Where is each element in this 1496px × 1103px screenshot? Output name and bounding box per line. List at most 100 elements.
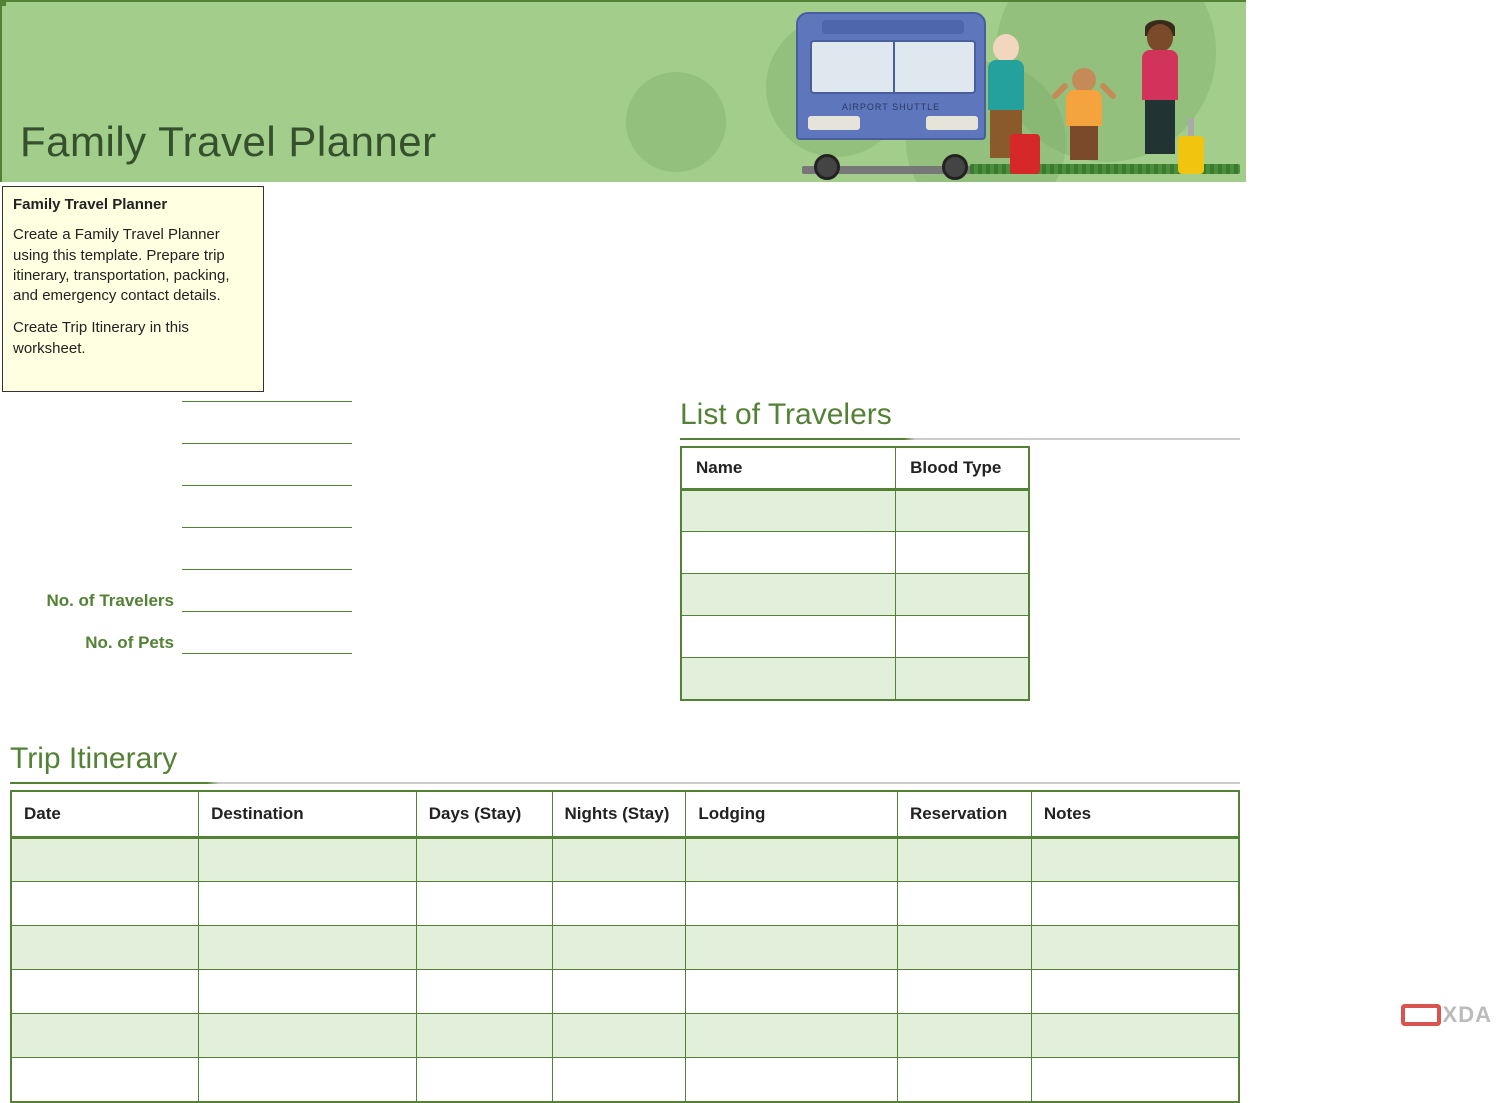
- table-row[interactable]: [11, 926, 1239, 970]
- no-pets-input[interactable]: [182, 632, 352, 654]
- travelers-rule: [680, 438, 1240, 440]
- cell-date[interactable]: [11, 838, 199, 882]
- form-row-hidden-3[interactable]: [0, 461, 360, 489]
- table-row[interactable]: [681, 574, 1029, 616]
- cell-lodg[interactable]: [686, 1058, 898, 1102]
- itinerary-table[interactable]: Date Destination Days (Stay) Nights (Sta…: [10, 790, 1240, 1103]
- cell-res[interactable]: [897, 1014, 1031, 1058]
- cell-notes[interactable]: [1031, 970, 1239, 1014]
- cell-notes[interactable]: [1031, 1014, 1239, 1058]
- col-lodging[interactable]: Lodging: [686, 791, 898, 838]
- trip-details-form: No. of Travelers No. of Pets: [0, 377, 360, 671]
- cell-res[interactable]: [897, 882, 1031, 926]
- xda-watermark: XDA: [1401, 1002, 1492, 1028]
- table-row[interactable]: [11, 882, 1239, 926]
- cell-lodg[interactable]: [686, 970, 898, 1014]
- yellow-suitcase-icon: [1178, 136, 1204, 174]
- cell-days[interactable]: [416, 970, 552, 1014]
- cell-days[interactable]: [416, 926, 552, 970]
- col-days[interactable]: Days (Stay): [416, 791, 552, 838]
- travelers-heading: List of Travelers: [680, 398, 1030, 432]
- cell-nights[interactable]: [552, 1058, 686, 1102]
- family-illustration: [978, 9, 1228, 174]
- cell-dest[interactable]: [199, 970, 417, 1014]
- cell-lodg[interactable]: [686, 1014, 898, 1058]
- cell-date[interactable]: [11, 882, 199, 926]
- cell-nights[interactable]: [552, 926, 686, 970]
- cell-nights[interactable]: [552, 882, 686, 926]
- red-suitcase-icon: [1010, 134, 1040, 174]
- cell-nights[interactable]: [552, 838, 686, 882]
- itinerary-heading: Trip Itinerary: [10, 742, 1240, 776]
- table-row[interactable]: [681, 658, 1029, 700]
- no-pets-label: No. of Pets: [0, 633, 182, 653]
- form-row-pets[interactable]: No. of Pets: [0, 629, 360, 657]
- cell-blood[interactable]: [896, 532, 1029, 574]
- cell-dest[interactable]: [199, 926, 417, 970]
- table-row[interactable]: [11, 970, 1239, 1014]
- cell-notes[interactable]: [1031, 882, 1239, 926]
- kid-figure: [1056, 68, 1112, 164]
- cell-notes[interactable]: [1031, 1058, 1239, 1102]
- cell-days[interactable]: [416, 1014, 552, 1058]
- cell-lodg[interactable]: [686, 838, 898, 882]
- cell-date[interactable]: [11, 926, 199, 970]
- cell-res[interactable]: [897, 838, 1031, 882]
- cell-notes[interactable]: [1031, 838, 1239, 882]
- col-name[interactable]: Name: [681, 447, 896, 490]
- selected-cell-indicator: [0, 0, 6, 6]
- cell-blood[interactable]: [896, 574, 1029, 616]
- cell-name[interactable]: [681, 616, 896, 658]
- col-date[interactable]: Date: [11, 791, 199, 838]
- form-row-travelers[interactable]: No. of Travelers: [0, 587, 360, 615]
- page-title: Family Travel Planner: [20, 118, 437, 166]
- cell-lodg[interactable]: [686, 882, 898, 926]
- cell-date[interactable]: [11, 970, 199, 1014]
- itinerary-rule: [10, 782, 1240, 784]
- cell-name[interactable]: [681, 532, 896, 574]
- col-nights[interactable]: Nights (Stay): [552, 791, 686, 838]
- cell-days[interactable]: [416, 838, 552, 882]
- cell-days[interactable]: [416, 1058, 552, 1102]
- form-row-hidden-2[interactable]: [0, 419, 360, 447]
- cell-lodg[interactable]: [686, 926, 898, 970]
- cell-blood[interactable]: [896, 658, 1029, 700]
- col-destination[interactable]: Destination: [199, 791, 417, 838]
- table-row[interactable]: [11, 1014, 1239, 1058]
- col-notes[interactable]: Notes: [1031, 791, 1239, 838]
- cell-dest[interactable]: [199, 1058, 417, 1102]
- cell-dest[interactable]: [199, 838, 417, 882]
- form-row-hidden-4[interactable]: [0, 503, 360, 531]
- cell-dest[interactable]: [199, 882, 417, 926]
- cell-date[interactable]: [11, 1014, 199, 1058]
- cell-res[interactable]: [897, 926, 1031, 970]
- travelers-section: List of Travelers Name Blood Type: [680, 398, 1030, 706]
- table-row[interactable]: [11, 838, 1239, 882]
- cell-res[interactable]: [897, 1058, 1031, 1102]
- form-row-hidden-5[interactable]: [0, 545, 360, 573]
- cell-name[interactable]: [681, 490, 896, 532]
- travelers-table[interactable]: Name Blood Type: [680, 446, 1030, 701]
- cell-name[interactable]: [681, 658, 896, 700]
- cell-notes[interactable]: [1031, 926, 1239, 970]
- cell-days[interactable]: [416, 882, 552, 926]
- tooltip-para-1: Create a Family Travel Planner using thi…: [13, 225, 253, 306]
- no-travelers-input[interactable]: [182, 590, 352, 612]
- bus-illustration: AIRPORT SHUTTLE: [796, 12, 986, 168]
- cell-nights[interactable]: [552, 1014, 686, 1058]
- table-row[interactable]: [681, 532, 1029, 574]
- cell-date[interactable]: [11, 1058, 199, 1102]
- cell-blood[interactable]: [896, 616, 1029, 658]
- cell-comment-tooltip: Family Travel Planner Create a Family Tr…: [2, 186, 264, 392]
- cell-name[interactable]: [681, 574, 896, 616]
- table-row[interactable]: [681, 490, 1029, 532]
- cell-dest[interactable]: [199, 1014, 417, 1058]
- table-row[interactable]: [681, 616, 1029, 658]
- header-banner: Family Travel Planner AIRPORT SHUTTLE: [0, 0, 1246, 182]
- table-row[interactable]: [11, 1058, 1239, 1102]
- cell-nights[interactable]: [552, 970, 686, 1014]
- cell-res[interactable]: [897, 970, 1031, 1014]
- cell-blood[interactable]: [896, 490, 1029, 532]
- col-blood[interactable]: Blood Type: [896, 447, 1029, 490]
- col-reservation[interactable]: Reservation: [897, 791, 1031, 838]
